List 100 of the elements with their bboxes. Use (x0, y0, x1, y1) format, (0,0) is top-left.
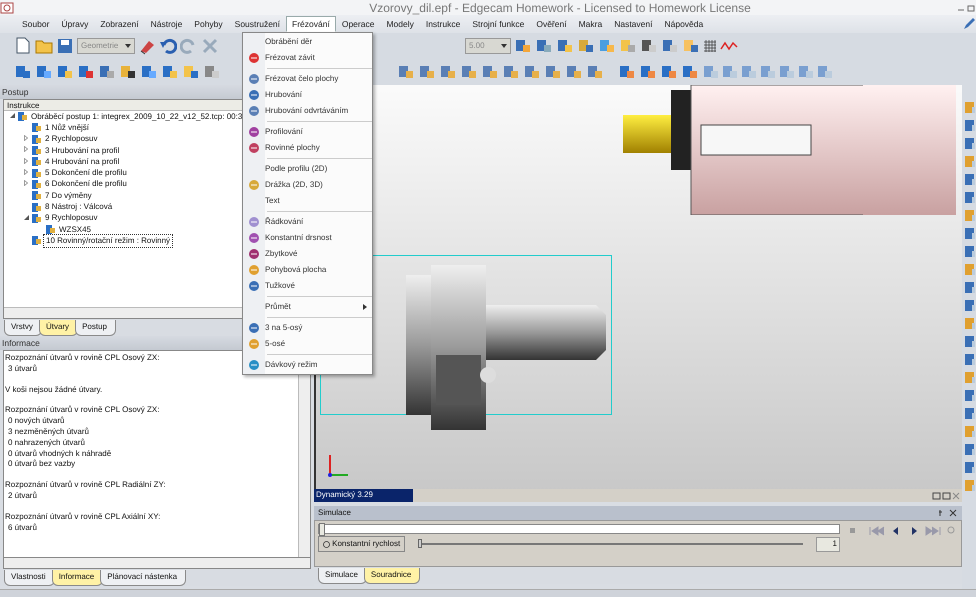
panel-tab[interactable]: Souradnice (364, 568, 420, 584)
info-text: Rozpoznání útvarů v rovině CPL Osový ZX: (5, 353, 160, 362)
menu-entry[interactable]: Dávkový režim (243, 357, 372, 373)
operation-icon (30, 212, 43, 224)
tree-item[interactable]: 6 Dokončení dle profilu (43, 178, 129, 190)
operation-icon (16, 111, 29, 122)
operation-icon (30, 156, 43, 168)
menu-entry[interactable]: Obrábění děr (243, 34, 372, 50)
panel-tab[interactable]: Útvary (38, 320, 78, 336)
menu-entry[interactable]: Profilování (243, 124, 372, 140)
menu-item[interactable]: Zobrazení (94, 16, 145, 32)
horizontal-scrollbar[interactable] (3, 558, 311, 569)
axis-triad-icon (326, 453, 350, 479)
tree-item[interactable]: Obráběcí postup 1: integrex_2009_10_22_v12_52.tcp: 00:3 (29, 110, 244, 123)
expand-icon[interactable] (24, 169, 28, 176)
undo-icon[interactable] (159, 37, 177, 55)
curve-icon[interactable] (720, 39, 738, 53)
info-text: 2 útvarů (8, 490, 37, 500)
menu-item[interactable]: Ověření (530, 16, 573, 32)
panel-tab[interactable]: Postup (75, 320, 116, 336)
operation-icon (30, 235, 43, 246)
info-text: 0 nových útvarů (8, 416, 64, 426)
info-text: V koši nejsou žádné útvary. (5, 384, 102, 394)
tool-icon[interactable] (119, 63, 137, 81)
tree-item[interactable]: WZSX45 (57, 224, 94, 236)
collapse-icon[interactable] (10, 113, 14, 118)
speed-spinbox[interactable]: 1 (816, 536, 840, 552)
expand-icon[interactable] (24, 158, 28, 164)
tree-item[interactable]: 10 Rovinný/rotační režim : Rovinný (43, 234, 174, 248)
mode-button[interactable]: Konstantní rychlost (318, 536, 406, 552)
info-text: 0 útvarů vhodných k náhradě (8, 448, 112, 458)
info-text: 3 nezměněných útvarů (8, 426, 89, 436)
window-title: Vzorovy_dil.epf - Edgecam Homework - Licensed to Homework License (368, 0, 752, 16)
operation-icon (30, 202, 43, 213)
menu-item[interactable]: Pohyby (188, 16, 229, 32)
menu-item[interactable]: Soustružení (228, 16, 286, 32)
panel-tab[interactable]: Informace (52, 570, 104, 586)
info-text: Rozpoznání útvarů v rovině CPL Osový ZX: (5, 405, 160, 414)
menu-entry[interactable]: Rovinné plochy (243, 140, 372, 156)
menu-item[interactable]: Frézování (286, 16, 336, 32)
window-controls-icon[interactable] (932, 490, 962, 500)
tree-item[interactable]: 5 Dokončení dle profilu (43, 167, 129, 180)
timeline-slider[interactable] (318, 524, 840, 534)
panel-tab[interactable]: Plánovací nástenka (100, 570, 186, 586)
menu-entry[interactable]: Podle profilu (2D) (243, 161, 372, 177)
menu-entry[interactable]: Frézovat závit (243, 50, 372, 66)
tree-item[interactable]: 8 Nástroj : Válcová (43, 201, 114, 214)
menu-entry[interactable]: Konstantní drsnost (243, 230, 372, 246)
menu-entry[interactable]: Řádkování (243, 214, 372, 230)
info-text: 0 útvarů bez vazby (8, 459, 76, 468)
tree-item[interactable]: 2 Rychloposuv (43, 133, 100, 146)
info-text: 0 nahrazených útvarů (8, 438, 85, 447)
submenu-arrow-icon (363, 304, 367, 310)
expand-icon[interactable] (24, 180, 28, 186)
radio-icon (323, 540, 330, 548)
menu-item[interactable]: Nastavení (608, 16, 658, 32)
menu-item[interactable]: Nápověda (658, 16, 710, 32)
operation-icon (30, 190, 43, 202)
tree-item[interactable]: 7 Do výměny (43, 190, 94, 202)
menu-entry[interactable]: 3 na 5-osý (243, 320, 372, 336)
restore-icon[interactable] (966, 2, 976, 12)
expand-icon[interactable] (24, 135, 28, 142)
tree-item[interactable]: 9 Rychloposuv (43, 212, 100, 224)
menu-item[interactable]: Instrukce (420, 16, 466, 32)
menu-item[interactable]: Modely (380, 16, 420, 32)
panel-tab[interactable]: Vlastnosti (4, 570, 55, 586)
panel-title: Simulace (318, 507, 351, 519)
tool-icon[interactable] (640, 37, 658, 55)
save-icon[interactable] (56, 37, 74, 55)
operation-icon (30, 168, 43, 179)
info-text: 6 útvarů (8, 522, 37, 532)
caret-icon (501, 44, 507, 48)
menu-item[interactable]: Soubor (16, 16, 56, 32)
menu-item[interactable]: Úpravy (55, 16, 94, 32)
menu-entry[interactable]: Pohybová plocha (243, 262, 372, 278)
info-text: Rozpoznání útvarů v rovině CPL Axiální XY: (5, 512, 160, 521)
menu-item[interactable]: Makra (572, 16, 608, 32)
grid-icon[interactable] (703, 39, 717, 53)
menu-entry[interactable]: Zbytkové (243, 246, 372, 262)
menu-item[interactable]: Strojní funkce (466, 16, 530, 32)
operation-icon (44, 224, 57, 236)
expand-icon[interactable] (24, 146, 28, 152)
info-text: 3 útvarů (8, 364, 37, 373)
tree-item[interactable]: 1 Nůž vnější (43, 122, 92, 134)
operation-icon (30, 145, 43, 156)
menu-entry[interactable]: Text (243, 193, 372, 209)
pencil-icon[interactable] (962, 17, 976, 31)
panel-tab[interactable]: Simulace (318, 568, 367, 584)
collapse-icon[interactable] (24, 214, 28, 220)
menu-item[interactable]: Nástroje (144, 16, 188, 32)
tree-item[interactable]: 3 Hrubování na profil (43, 144, 122, 157)
tree-item[interactable]: 4 Hrubování na profil (43, 156, 122, 168)
menu-entry[interactable]: Frézovat čelo plochy (243, 71, 372, 87)
menu-entry[interactable]: Tužkové (243, 278, 372, 294)
menu-entry[interactable]: Průmět (243, 299, 372, 315)
viewport-status: Dynamický 3.29 (314, 489, 413, 502)
panel-tab[interactable]: Vrstvy (4, 320, 42, 336)
menu-item[interactable]: Operace (336, 16, 380, 32)
menu-entry[interactable]: Drážka (2D, 3D) (243, 177, 372, 193)
new-file-icon[interactable] (14, 37, 32, 55)
